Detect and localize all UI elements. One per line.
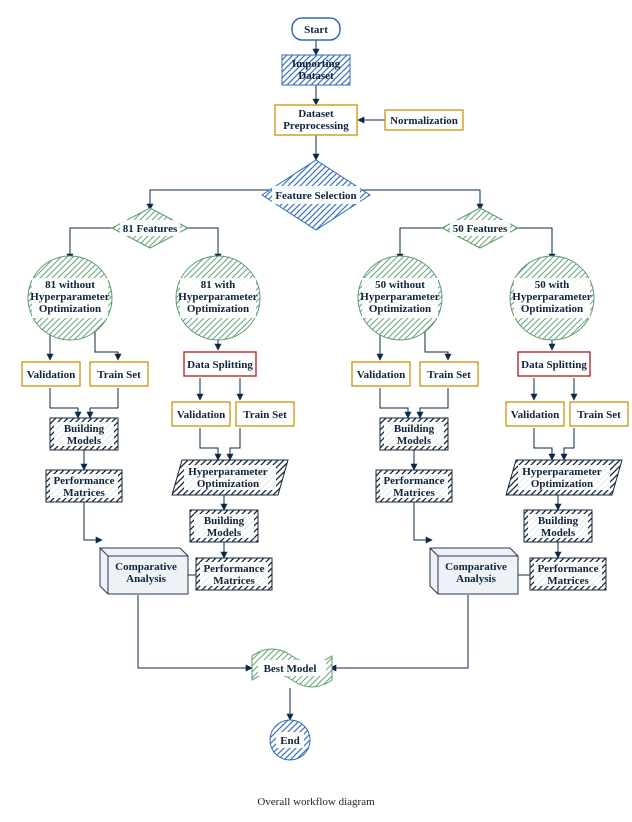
h81-l2: Optimization — [197, 478, 259, 490]
best-node: Best Model — [252, 649, 332, 687]
b81y-l1: Building — [204, 515, 245, 527]
p81y-l1: Performance — [203, 563, 264, 575]
b81n-l1: Building — [64, 423, 105, 435]
c50-l2: Analysis — [456, 573, 496, 585]
h81-l1: Hyperparameter — [188, 466, 268, 478]
train-50no: Train Set — [420, 362, 478, 386]
c50n-l1: 50 without — [375, 279, 425, 291]
feature-label: Feature Selection — [275, 190, 356, 202]
val-50no: Validation — [352, 362, 410, 386]
norm-label: Normalization — [390, 115, 458, 127]
c81no-l1: 81 without — [45, 279, 95, 291]
f81-label: 81 Features — [123, 223, 178, 235]
train-81no-t: Train Set — [97, 369, 141, 381]
c50n-l3: Optimization — [369, 303, 431, 315]
hopt-81: Hyperparameter Optimization — [172, 460, 288, 495]
import-node: Importing Dataset — [282, 55, 350, 85]
train50n-t: Train Set — [427, 369, 471, 381]
hopt-50: Hyperparameter Optimization — [506, 460, 622, 495]
c81-l1: Comparative — [115, 561, 177, 573]
pre-l2: Preprocessing — [283, 120, 349, 132]
start-node: Start — [292, 18, 340, 40]
p50y-l2: Matrices — [547, 575, 589, 587]
train50y-t: Train Set — [577, 409, 621, 421]
c50no-node: 50 without Hyperparameter Optimization — [358, 256, 442, 340]
best-label: Best Model — [264, 663, 317, 675]
h50-l1: Hyperparameter — [522, 466, 602, 478]
c50-l1: Comparative — [445, 561, 507, 573]
flowchart: Start Importing Dataset Dataset Preproce… — [0, 0, 632, 822]
val50n-t: Validation — [357, 369, 406, 381]
b50n-l2: Models — [397, 435, 432, 447]
f81-node: 81 Features — [112, 208, 188, 248]
end-node: End — [270, 720, 310, 760]
split-50: Data Splitting — [518, 352, 590, 376]
val-50y: Validation — [506, 402, 564, 426]
b81y-l2: Models — [207, 527, 242, 539]
pre-l1: Dataset — [298, 108, 334, 120]
train81y-t: Train Set — [243, 409, 287, 421]
norm-node: Normalization — [385, 110, 463, 130]
split-81: Data Splitting — [184, 352, 256, 376]
split81-t: Data Splitting — [187, 359, 253, 371]
caption: Overall workflow diagram — [257, 796, 375, 808]
b50y-l2: Models — [541, 527, 576, 539]
comp-50: Comparative Analysis — [430, 548, 518, 594]
c81-l2: Analysis — [126, 573, 166, 585]
build-50y: Building Models — [524, 510, 592, 542]
p81y-l2: Matrices — [213, 575, 255, 587]
c50y-l3: Optimization — [521, 303, 583, 315]
perf-50no: Performance Matrices — [376, 470, 452, 502]
import-l1: Importing — [292, 58, 341, 70]
c50y-l2: Hyperparameter — [512, 291, 592, 303]
split50-t: Data Splitting — [521, 359, 587, 371]
feature-node: Feature Selection — [262, 160, 370, 230]
import-l2: Dataset — [298, 70, 334, 82]
perf-50y: Performance Matrices — [530, 558, 606, 590]
c81y-l1: 81 with — [201, 279, 236, 291]
start-label: Start — [304, 24, 328, 36]
p81n-l1: Performance — [53, 475, 114, 487]
perf-81no: Performance Matrices — [46, 470, 122, 502]
f50-node: 50 Features — [442, 208, 518, 248]
c81no-node: 81 without Hyperparameter Optimization — [28, 256, 112, 340]
b50y-l1: Building — [538, 515, 579, 527]
train-81y: Train Set — [236, 402, 294, 426]
train-81no: Train Set — [90, 362, 148, 386]
val50y-t: Validation — [511, 409, 560, 421]
build-81y: Building Models — [190, 510, 258, 542]
val-81no: Validation — [22, 362, 80, 386]
p50y-l1: Performance — [537, 563, 598, 575]
c81y-l2: Hyperparameter — [178, 291, 258, 303]
c81no-l3: Optimization — [39, 303, 101, 315]
preproc-node: Dataset Preprocessing — [275, 105, 357, 135]
c50yes-node: 50 with Hyperparameter Optimization — [510, 256, 594, 340]
comp-81: Comparative Analysis — [100, 548, 188, 594]
f50-label: 50 Features — [453, 223, 508, 235]
c81y-l3: Optimization — [187, 303, 249, 315]
perf-81y: Performance Matrices — [196, 558, 272, 590]
p81n-l2: Matrices — [63, 487, 105, 499]
end-label: End — [280, 735, 300, 747]
p50n-l2: Matrices — [393, 487, 435, 499]
c50n-l2: Hyperparameter — [360, 291, 440, 303]
p50n-l1: Performance — [383, 475, 444, 487]
c81yes-node: 81 with Hyperparameter Optimization — [176, 256, 260, 340]
build-50no: Building Models — [380, 418, 448, 450]
val-81y: Validation — [172, 402, 230, 426]
b50n-l1: Building — [394, 423, 435, 435]
c50y-l1: 50 with — [535, 279, 570, 291]
val81y-t: Validation — [177, 409, 226, 421]
b81n-l2: Models — [67, 435, 102, 447]
build-81no: Building Models — [50, 418, 118, 450]
val-81no-t: Validation — [27, 369, 76, 381]
h50-l2: Optimization — [531, 478, 593, 490]
c81no-l2: Hyperparameter — [30, 291, 110, 303]
train-50y: Train Set — [570, 402, 628, 426]
